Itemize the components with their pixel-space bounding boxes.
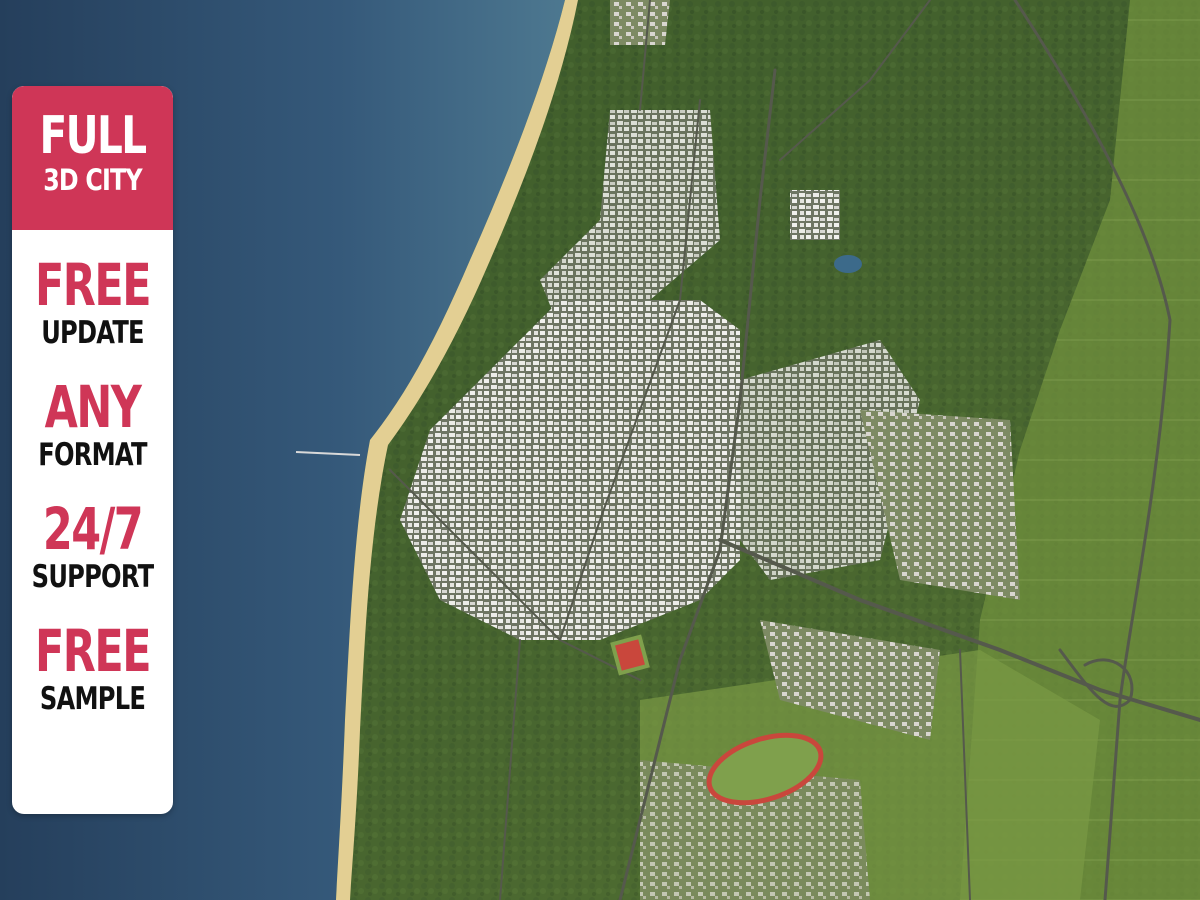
settlement-north [610, 0, 670, 45]
badge-header: FULL 3D CITY [12, 86, 173, 230]
feature-subtitle: SAMPLE [39, 681, 146, 717]
feature-support: 24/7 SUPPORT [12, 498, 173, 594]
feature-title: FREE [34, 251, 152, 319]
feature-title: 24/7 [42, 495, 144, 563]
pond [834, 255, 862, 273]
feature-free-update: FREE UPDATE [12, 254, 173, 350]
feature-any-format: ANY FORMAT [12, 376, 173, 472]
promo-badge: FULL 3D CITY FREE UPDATE ANY FORMAT 24/7… [12, 86, 173, 814]
industrial-north [790, 190, 840, 240]
feature-subtitle: FORMAT [38, 437, 147, 473]
feature-title: ANY [44, 373, 142, 441]
badge-header-subtitle: 3D CITY [43, 163, 142, 197]
feature-title: FREE [34, 617, 152, 685]
feature-free-sample: FREE SAMPLE [12, 620, 173, 716]
aerial-city-map [0, 0, 1200, 900]
feature-subtitle: SUPPORT [31, 559, 154, 595]
sports-field [610, 634, 650, 676]
feature-subtitle: UPDATE [41, 315, 144, 351]
badge-header-title: FULL [39, 106, 147, 166]
